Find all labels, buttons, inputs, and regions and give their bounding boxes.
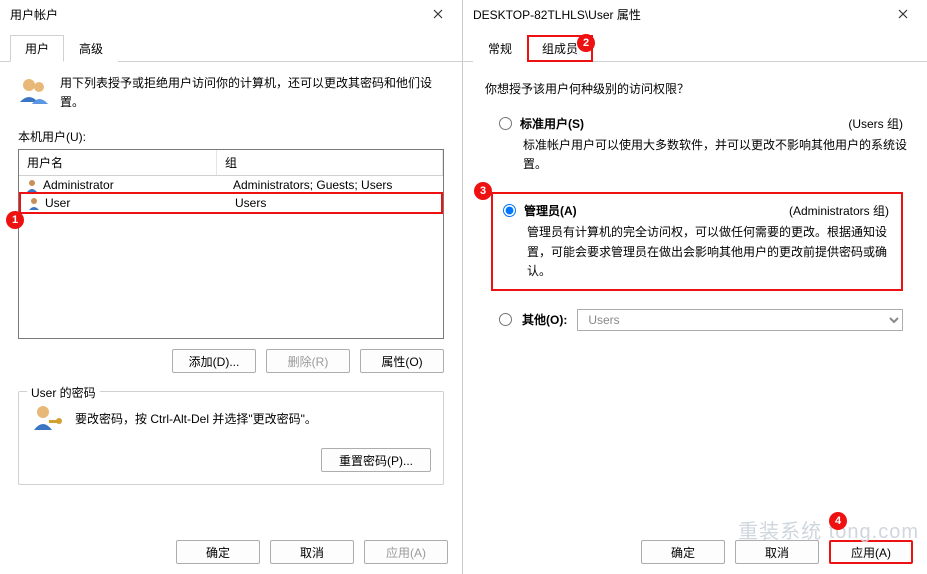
badge-4: 4 [829,512,847,530]
radio-standard-label: 标准用户(S) [520,117,584,131]
bottom-buttons-right: 确定 取消 应用(A) [641,540,913,564]
badge-1: 1 [6,211,24,229]
cell-username: User [45,196,231,210]
standard-group-text: (Users 组) [848,115,903,132]
user-properties-dialog: DESKTOP-82TLHLS\User 属性 常规 组成员 你想授予该用户何种… [463,0,927,574]
close-button[interactable] [422,2,454,26]
intro-text: 用下列表授予或拒绝用户访问你的计算机，还可以更改其密码和他们设置。 [60,74,444,112]
radio-admin-label: 管理员(A) [524,204,577,218]
radio-standard-row[interactable]: 标准用户(S) (Users 组) [499,115,909,132]
tab-general[interactable]: 常规 [473,35,527,62]
user-list[interactable]: 用户名 组 Administrator Administrators; Gues… [18,149,444,339]
window-title: DESKTOP-82TLHLS\User 属性 [471,6,887,23]
admin-group-text: (Administrators 组) [789,202,889,219]
tab-users[interactable]: 用户 [10,35,64,62]
cell-group: Users [235,196,435,210]
radio-admin[interactable] [503,204,516,217]
list-label: 本机用户(U): [18,128,444,145]
close-button[interactable] [887,2,919,26]
radio-standard[interactable] [499,117,512,130]
radio-other-label: 其他(O): [522,311,567,328]
tab-advanced[interactable]: 高级 [64,35,118,62]
user-accounts-dialog: 用户帐户 用户 高级 用下列表授予或拒绝用户访问你的计算机，还可以更改其密码和他… [0,0,463,574]
reset-password-button[interactable]: 重置密码(P)... [321,448,431,472]
ok-button[interactable]: 确定 [176,540,260,564]
users-icon [18,74,50,106]
access-question: 你想授予该用户何种级别的访问权限？ [485,80,909,97]
close-icon [433,9,443,19]
table-row-selected[interactable]: User Users [19,192,443,214]
admin-desc: 管理员有计算机的完全访问权，可以做任何需要的更改。根据通知设置，可能会要求管理员… [527,223,895,281]
tabs-left: 用户 高级 [0,28,462,62]
list-header: 用户名 组 [19,150,443,176]
bottom-buttons-left: 确定 取消 应用(A) [176,540,448,564]
content-left: 用下列表授予或拒绝用户访问你的计算机，还可以更改其密码和他们设置。 本机用户(U… [0,62,462,497]
cell-username: Administrator [43,178,229,192]
cancel-button[interactable]: 取消 [270,540,354,564]
apply-button[interactable]: 应用(A) [364,540,448,564]
properties-button[interactable]: 属性(O) [360,349,444,373]
other-select[interactable]: Users [577,309,903,331]
radio-other[interactable] [499,313,512,326]
apply-button[interactable]: 应用(A) [829,540,913,564]
radio-other-row[interactable]: 其他(O): Users [499,309,909,331]
user-icon [25,178,39,192]
cancel-button[interactable]: 取消 [735,540,819,564]
remove-button[interactable]: 删除(R) [266,349,350,373]
radio-admin-row[interactable]: 管理员(A) (Administrators 组) [503,202,895,219]
groupbox-title: User 的密码 [27,384,100,401]
col-username[interactable]: 用户名 [19,150,217,175]
tabs-right: 常规 组成员 [463,28,927,62]
titlebar-right: DESKTOP-82TLHLS\User 属性 [463,0,927,28]
titlebar-left: 用户帐户 [0,0,462,28]
password-text: 要改密码，按 Ctrl-Alt-Del 并选择"更改密码"。 [75,410,317,427]
user-icon [27,196,41,210]
badge-2: 2 [577,34,595,52]
window-title: 用户帐户 [8,6,422,23]
close-icon [898,9,908,19]
col-group[interactable]: 组 [217,150,443,175]
ok-button[interactable]: 确定 [641,540,725,564]
standard-desc: 标准帐户用户可以使用大多数软件，并可以更改不影响其他用户的系统设置。 [523,136,909,174]
cell-group: Administrators; Guests; Users [233,178,437,192]
key-user-icon [31,402,63,434]
password-groupbox: User 的密码 要改密码，按 Ctrl-Alt-Del 并选择"更改密码"。 … [18,391,444,485]
content-right: 你想授予该用户何种级别的访问权限？ 标准用户(S) (Users 组) 标准帐户… [463,62,927,343]
admin-block: 管理员(A) (Administrators 组) 管理员有计算机的完全访问权，… [491,192,903,291]
add-button[interactable]: 添加(D)... [172,349,256,373]
badge-3: 3 [474,182,492,200]
